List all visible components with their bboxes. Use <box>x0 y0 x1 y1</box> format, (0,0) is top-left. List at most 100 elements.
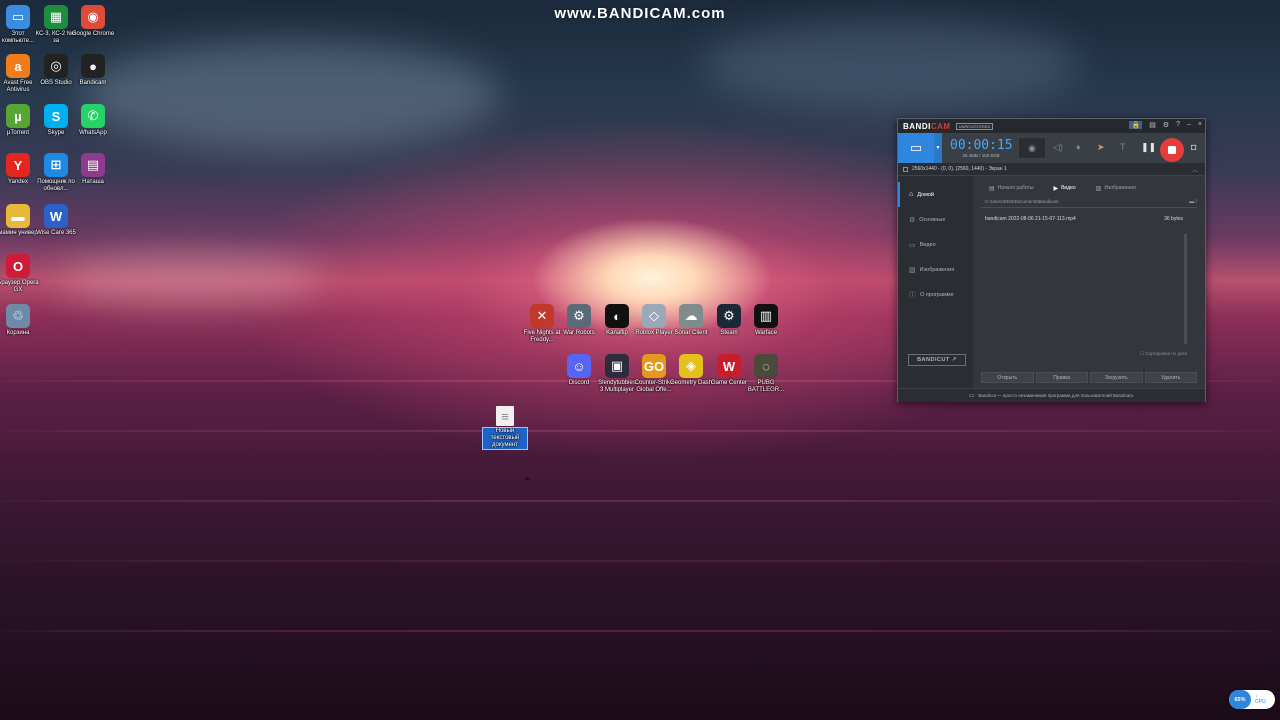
desktop-icon-war-robots[interactable]: ⚙ War Robots <box>558 304 600 337</box>
bandicam-icon: ● <box>81 54 105 78</box>
osu-icon: ◐ <box>605 304 629 328</box>
sidebar-item-home[interactable]: ⌂ Домой <box>898 182 973 207</box>
desktop-icon-wise-care[interactable]: W Wise Care 365 <box>33 204 79 237</box>
sidebar-item-video[interactable]: ▭ Видео <box>898 232 973 257</box>
stop-record-button[interactable] <box>1160 138 1184 162</box>
mouse-effect-icon[interactable]: ➤ <box>1097 142 1105 153</box>
recording-timer: 00:00:15 26.4MB / 150.6GB <box>950 139 1013 158</box>
warface-icon: ▥ <box>754 304 778 328</box>
roblox-icon: ◇ <box>642 304 666 328</box>
open-button[interactable]: Открыть <box>981 372 1034 383</box>
desktop-icon-label: Kanaflip <box>606 330 628 336</box>
desktop-icon-game-center[interactable]: W Game Center <box>708 354 750 387</box>
info-icon: ⓘ <box>909 291 916 299</box>
desktop-icon-steam[interactable]: ⚙ Steam <box>708 304 750 337</box>
sidebar-item-about[interactable]: ⓘ О программе <box>898 282 973 307</box>
desktop-icon-geometry-dash[interactable]: ◈ Geometry Dash <box>670 354 712 387</box>
desktop-icon-label: Roblox Player <box>635 330 673 336</box>
chrome-icon: ◉ <box>81 5 105 29</box>
desktop-icon-roblox[interactable]: ◇ Roblox Player <box>633 304 675 337</box>
close-icon[interactable]: × <box>1198 121 1202 129</box>
win-update-icon: ⊞ <box>44 153 68 177</box>
webcam-button[interactable]: ◉ <box>1019 138 1045 158</box>
speaker-icon[interactable]: ◁) <box>1053 142 1063 153</box>
sidebar-item-images[interactable]: ▨ Изображения <box>898 257 973 282</box>
desktop-icon-natasha[interactable]: ▤ Наташа <box>70 153 116 186</box>
sidebar-item-label: Домой <box>917 191 934 198</box>
capture-area-checkbox[interactable] <box>903 166 908 172</box>
tab-getting-started[interactable]: ▤ Начало работы <box>989 185 1033 192</box>
desktop-icon-whatsapp[interactable]: ✆ WhatsApp <box>70 104 116 137</box>
discord-icon: ☺ <box>567 354 591 378</box>
bandicam-sidebar: ⌂ Домой ⚙ Основные ▭ Видео ▨ Изображения… <box>898 176 973 388</box>
desktop-icon-label: Новый текстовый документ <box>482 427 528 450</box>
bandicam-window[interactable]: BANDICAM UNREGISTERED 🔒 ▤ ⚙ ? – × ▭ ▼ 00… <box>897 118 1206 402</box>
desktop-icon-new-text-document[interactable]: ≡ Новый текстовый документ <box>482 406 528 450</box>
whatsapp-icon: ✆ <box>81 104 105 128</box>
folder-icon[interactable]: ▤ <box>1149 121 1156 129</box>
lock-icon[interactable]: 🔒 <box>1129 121 1143 129</box>
upload-button[interactable]: Загрузить <box>1090 372 1143 383</box>
utorrent-icon: µ <box>6 104 30 128</box>
file-list-scrollbar[interactable] <box>1184 234 1187 344</box>
home-icon: ⌂ <box>909 191 914 198</box>
desktop-icon-osu[interactable]: ◐ Kanaflip <box>596 304 638 337</box>
capture-area-bar[interactable]: 2560x1440 - (0, 0), (2560, 1440) - Экран… <box>898 163 1205 176</box>
desktop-icon-warface[interactable]: ▥ Warface <box>745 304 787 337</box>
settings-icon[interactable]: ⚙ <box>1163 121 1169 129</box>
camera-icon[interactable]: ◘ <box>1191 142 1196 152</box>
desktop-icon-recycle-bin[interactable]: ♲ Корзина <box>0 304 41 337</box>
bandicut-button[interactable]: BANDICUT ↗ <box>908 354 966 366</box>
fnaf-icon: ✕ <box>530 304 554 328</box>
image-icon: ▨ <box>1095 185 1102 192</box>
sidebar-item-label: Изображения <box>919 266 955 273</box>
edit-button[interactable]: Правка <box>1035 372 1088 383</box>
output-folder-path[interactable]: C:\Users\DNS\Documents\Bandicam ▬ / <box>981 199 1197 208</box>
bandicam-main-panel: ▤ Начало работы ▶ Видео ▨ Изображения C:… <box>973 176 1205 388</box>
desktop-icon-label: Корзина <box>6 330 30 336</box>
desktop-icon-pubg[interactable]: ◌ PUBG BATTLEGR... <box>745 354 787 394</box>
desktop-icon-slendytubbies[interactable]: ▣ Slendytubbies 3 Multiplayer <box>596 354 638 394</box>
folder-icon[interactable]: ▬ / <box>1189 199 1197 205</box>
sidebar-item-general[interactable]: ⚙ Основные <box>898 207 973 232</box>
delete-button[interactable]: Удалить <box>1144 372 1197 383</box>
desktop-icon-label: Google Chrome <box>71 31 115 37</box>
desktop-icon-label: PUBG BATTLEGR... <box>747 380 785 393</box>
tab-images[interactable]: ▨ Изображения <box>1096 185 1136 192</box>
capture-area-label: 2560x1440 - (0, 0), (2560, 1440) - Экран… <box>912 166 1007 172</box>
wise-care-icon: W <box>44 204 68 228</box>
help-icon[interactable]: ? <box>1176 121 1180 129</box>
desktop-icon-discord[interactable]: ☺ Discord <box>558 354 600 387</box>
microphone-icon[interactable]: ♦ <box>1076 142 1081 152</box>
desktop-icon-sonic[interactable]: ☁ Sonar Client <box>670 304 712 337</box>
sidebar-item-label: О программе <box>920 291 954 298</box>
mamin-icon: ▬ <box>6 204 30 228</box>
cpu-usage-badge: 65% ↑ CPU <box>1229 690 1275 709</box>
geometry-dash-icon: ◈ <box>679 354 703 378</box>
screen-mode-button[interactable]: ▭ <box>898 133 934 163</box>
desktop-icon-cs-go[interactable]: GO Counter-Strike Global Offe... <box>633 354 675 394</box>
avast-icon: a <box>6 54 30 78</box>
desktop-icon-bandicam[interactable]: ● Bandicam <box>70 54 116 87</box>
collapse-chevron-icon[interactable]: ︿ <box>1192 165 1198 174</box>
tab-video[interactable]: ▶ Видео <box>1053 185 1075 192</box>
minimize-icon[interactable]: – <box>1187 121 1191 129</box>
sort-by-date-checkbox[interactable]: ☐ Сортировка по дате <box>1140 351 1187 357</box>
cpu-label: ↑ CPU <box>1255 693 1266 705</box>
skype-icon: S <box>44 104 68 128</box>
bandicam-footer[interactable]: ▭ Bandicut — просто незаменимая программ… <box>898 388 1205 402</box>
desktop-icon-fnaf[interactable]: ✕ Five Nights at Freddy... <box>521 304 563 344</box>
webcam-icon: ◉ <box>1028 142 1036 153</box>
bandicam-titlebar[interactable]: BANDICAM UNREGISTERED 🔒 ▤ ⚙ ? – × <box>898 119 1205 133</box>
pause-icon[interactable]: ❚❚ <box>1141 142 1156 153</box>
mode-dropdown-arrow[interactable]: ▼ <box>934 133 942 163</box>
desktop-icon-opera-gx[interactable]: O Браузер Opera GX <box>0 254 41 294</box>
file-size-readout: 26.4MB / 150.6GB <box>962 152 1000 158</box>
gear-icon: ⚙ <box>909 216 916 224</box>
text-document-icon: ≡ <box>496 406 514 426</box>
desktop-icon-chrome[interactable]: ◉ Google Chrome <box>70 5 116 38</box>
desktop-icon-label: Five Nights at Freddy... <box>523 330 561 343</box>
pubg-icon: ◌ <box>754 354 778 378</box>
file-list-row[interactable]: bandicam 2022-08-06 21-15-07-113.mp4 36 … <box>981 216 1197 222</box>
text-overlay-icon[interactable]: T <box>1120 142 1126 152</box>
